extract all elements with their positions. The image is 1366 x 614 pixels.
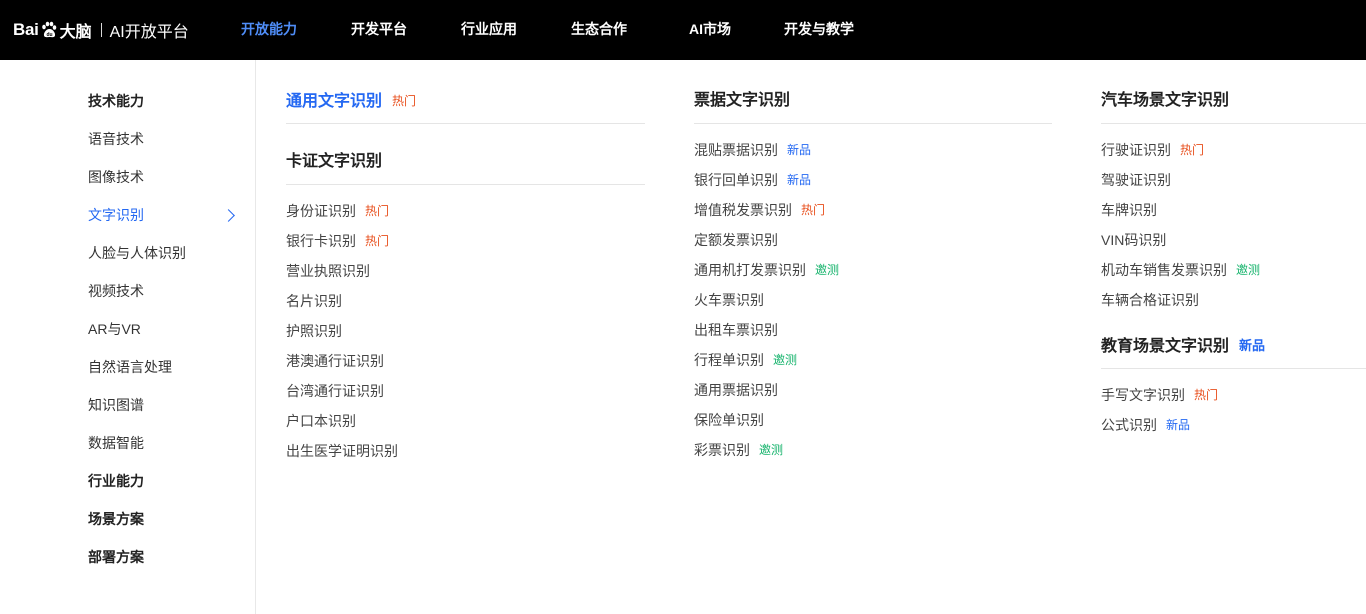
- bill-ocr-title: 票据文字识别: [694, 92, 791, 109]
- list-item[interactable]: 驾驶证识别: [1101, 171, 1171, 189]
- list-item-label: 公式识别: [1101, 417, 1157, 433]
- nav-dev-teaching[interactable]: 开发与教学: [784, 20, 854, 38]
- list-item-label: 通用机打发票识别: [694, 262, 806, 278]
- list-item-label: 手写文字识别: [1101, 387, 1185, 403]
- general-ocr-link[interactable]: 通用文字识别 热门: [286, 91, 416, 112]
- sidebar-item-industry-capabilities[interactable]: 行业能力: [88, 472, 144, 490]
- list-item[interactable]: 出租车票识别: [694, 321, 778, 339]
- list-item[interactable]: 车辆合格证识别: [1101, 291, 1199, 309]
- list-item-label: 机动车销售发票识别: [1101, 262, 1227, 278]
- list-item[interactable]: 彩票识别 邀测: [694, 441, 783, 459]
- sidebar-item-ar-vr[interactable]: AR与VR: [88, 320, 141, 338]
- nav-industry-apps[interactable]: 行业应用: [461, 20, 517, 38]
- list-item[interactable]: 身份证识别 热门: [286, 202, 389, 220]
- list-item[interactable]: 营业执照识别: [286, 262, 370, 280]
- logo-text-brain: 大脑: [59, 24, 92, 41]
- nav-ai-market[interactable]: AI市场: [689, 20, 731, 38]
- list-item[interactable]: 银行卡识别 热门: [286, 232, 389, 250]
- list-item[interactable]: 银行回单识别 新品: [694, 171, 811, 189]
- hot-badge: 热门: [365, 204, 390, 218]
- list-item[interactable]: 名片识别: [286, 292, 342, 310]
- logo-text-platform: AI开放平台: [109, 24, 189, 41]
- sidebar-item-nlp[interactable]: 自然语言处理: [88, 358, 172, 376]
- edu-ocr-heading: 教育场景文字识别 新品: [1101, 336, 1265, 357]
- list-item[interactable]: 户口本识别: [286, 412, 356, 430]
- list-item[interactable]: 港澳通行证识别: [286, 352, 384, 370]
- list-item-label: 增值税发票识别: [694, 202, 792, 218]
- hot-badge: 热门: [1194, 388, 1219, 402]
- new-badge: 新品: [787, 173, 812, 187]
- list-item[interactable]: 机动车销售发票识别 邀测: [1101, 261, 1260, 279]
- list-item[interactable]: 行程单识别 邀测: [694, 351, 797, 369]
- list-item-label: 彩票识别: [694, 442, 750, 458]
- sidebar-item-ocr[interactable]: 文字识别: [88, 206, 144, 224]
- invite-badge: 邀测: [815, 263, 840, 277]
- nav-open-capabilities[interactable]: 开放能力: [241, 20, 297, 38]
- sidebar-item-face-body[interactable]: 人脸与人体识别: [88, 244, 186, 262]
- list-item[interactable]: 行驶证识别 热门: [1101, 141, 1204, 159]
- category-sidebar: 技术能力 语音技术 图像技术 文字识别 人脸与人体识别 视频技术 AR与VR 自…: [0, 60, 256, 614]
- list-item[interactable]: 定额发票识别: [694, 231, 778, 249]
- logo-text-bai: Bai: [13, 20, 39, 39]
- list-item[interactable]: 护照识别: [286, 322, 342, 340]
- section-divider: [694, 123, 1052, 124]
- sidebar-item-speech[interactable]: 语音技术: [88, 130, 144, 148]
- list-item[interactable]: 通用机打发票识别 邀测: [694, 261, 839, 279]
- top-nav-bar: Bai du 大脑 AI开放平台 开放能力 开发平台 行业应用 生态合作 AI市…: [0, 0, 1366, 60]
- list-item[interactable]: 火车票识别: [694, 291, 764, 309]
- list-item[interactable]: 车牌识别: [1101, 201, 1157, 219]
- list-item[interactable]: 混贴票据识别 新品: [694, 141, 811, 159]
- invite-badge: 邀测: [1236, 263, 1261, 277]
- edu-ocr-title: 教育场景文字识别: [1101, 338, 1230, 355]
- list-item-label: 银行回单识别: [694, 172, 778, 188]
- list-item[interactable]: 台湾通行证识别: [286, 382, 384, 400]
- list-item[interactable]: 手写文字识别 热门: [1101, 386, 1218, 404]
- list-item-label: 银行卡识别: [286, 233, 356, 249]
- section-divider: [1101, 123, 1366, 124]
- nav-dev-platform[interactable]: 开发平台: [351, 20, 407, 38]
- sidebar-item-tech-capabilities[interactable]: 技术能力: [88, 92, 144, 110]
- nav-ecosystem[interactable]: 生态合作: [571, 20, 627, 38]
- baidu-ai-logo[interactable]: Bai du 大脑 AI开放平台: [13, 14, 189, 46]
- list-item[interactable]: 增值税发票识别 热门: [694, 201, 825, 219]
- section-divider: [286, 123, 645, 124]
- section-divider: [286, 184, 645, 185]
- logo-divider: [100, 23, 102, 37]
- list-item-label: 行程单识别: [694, 352, 764, 368]
- svg-text:du: du: [46, 32, 52, 38]
- sidebar-item-knowledge-graph[interactable]: 知识图谱: [88, 396, 144, 414]
- paw-icon: du: [40, 21, 58, 39]
- hot-badge: 热门: [1180, 143, 1205, 157]
- new-badge: 新品: [1166, 418, 1191, 432]
- list-item[interactable]: 通用票据识别: [694, 381, 778, 399]
- sidebar-item-deployment-solutions[interactable]: 部署方案: [88, 548, 144, 566]
- sidebar-item-scenario-solutions[interactable]: 场景方案: [88, 510, 144, 528]
- chevron-right-icon: [222, 209, 235, 222]
- list-item[interactable]: 出生医学证明识别: [286, 442, 398, 460]
- car-ocr-title: 汽车场景文字识别: [1101, 92, 1230, 109]
- hot-badge: 热门: [801, 203, 826, 217]
- new-badge: 新品: [787, 143, 812, 157]
- list-item-label: 身份证识别: [286, 203, 356, 219]
- new-badge: 新品: [1239, 338, 1266, 353]
- list-item[interactable]: VIN码识别: [1101, 231, 1166, 249]
- section-divider: [1101, 368, 1366, 369]
- list-item[interactable]: 公式识别 新品: [1101, 416, 1190, 434]
- invite-badge: 邀测: [773, 353, 798, 367]
- sidebar-item-video[interactable]: 视频技术: [88, 282, 144, 300]
- hot-badge: 热门: [392, 94, 417, 108]
- list-item-label: 混贴票据识别: [694, 142, 778, 158]
- card-ocr-title: 卡证文字识别: [286, 153, 383, 170]
- sidebar-item-image[interactable]: 图像技术: [88, 168, 144, 186]
- general-ocr-title: 通用文字识别: [286, 93, 383, 110]
- invite-badge: 邀测: [759, 443, 784, 457]
- sidebar-item-data-intelligence[interactable]: 数据智能: [88, 434, 144, 452]
- list-item-label: 行驶证识别: [1101, 142, 1171, 158]
- hot-badge: 热门: [365, 234, 390, 248]
- list-item[interactable]: 保险单识别: [694, 411, 764, 429]
